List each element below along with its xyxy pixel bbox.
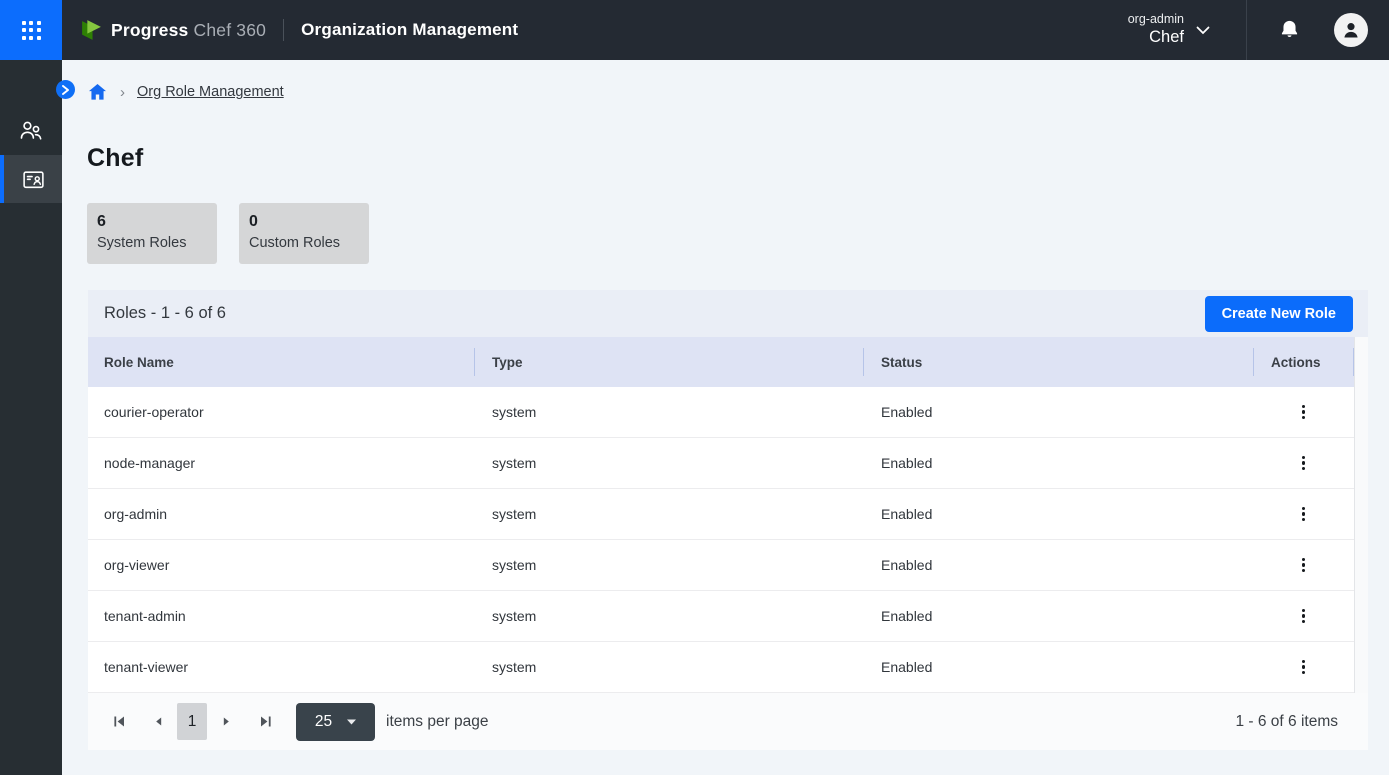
app-launcher-button[interactable] [0,0,62,60]
stats-cards: 6 System Roles 0 Custom Roles [87,203,369,264]
role-status-cell: Enabled [863,608,1253,624]
role-status-cell: Enabled [863,404,1253,420]
role-status-cell: Enabled [863,557,1253,573]
avatar-person-icon [1340,19,1362,41]
roles-toolbar: Roles - 1 - 6 of 6 Create New Role [88,290,1368,337]
notifications-button[interactable] [1278,18,1301,42]
table-row: org-admin system Enabled [88,489,1354,540]
row-actions-kebab-icon[interactable] [1294,603,1313,630]
left-sidebar [0,60,62,775]
system-roles-count: 6 [97,211,207,233]
row-actions-kebab-icon[interactable] [1294,552,1313,579]
pagination-range-summary: 1 - 6 of 6 items [1235,713,1338,731]
role-name-cell: courier-operator [88,404,474,420]
role-status-cell: Enabled [863,659,1253,675]
custom-roles-card: 0 Custom Roles [239,203,369,264]
sidebar-expand-button[interactable] [56,80,75,99]
chevron-right-icon [61,85,70,95]
next-page-button[interactable] [215,711,237,733]
page-size-value: 25 [315,713,332,731]
brand-secondary-text: Chef 360 [193,20,266,41]
role-name-cell: org-admin [88,506,474,522]
row-actions-kebab-icon[interactable] [1294,399,1313,426]
column-header-type: Type [474,337,863,387]
page-number-1[interactable]: 1 [177,703,207,740]
header-divider [1246,0,1247,60]
custom-roles-count: 0 [249,211,359,233]
role-name-cell: tenant-admin [88,608,474,624]
custom-roles-label: Custom Roles [249,233,359,254]
table-row: tenant-admin system Enabled [88,591,1354,642]
column-header-actions: Actions [1253,337,1354,387]
first-page-button[interactable] [108,711,130,733]
role-type-cell: system [474,404,863,420]
table-row: node-manager system Enabled [88,438,1354,489]
header-divider [283,19,284,41]
page-title: Chef [87,144,143,173]
next-page-icon [221,716,232,727]
breadcrumb: › Org Role Management [88,83,284,101]
system-roles-label: System Roles [97,233,207,254]
role-type-cell: system [474,455,863,471]
home-icon[interactable] [88,83,107,101]
row-actions-kebab-icon[interactable] [1294,501,1313,528]
triangle-down-icon [347,719,356,725]
column-header-role-name: Role Name [88,337,474,387]
row-actions-kebab-icon[interactable] [1294,654,1313,681]
id-card-icon [21,168,46,191]
page-size-dropdown[interactable]: 25 [296,703,375,741]
breadcrumb-link-org-role-management[interactable]: Org Role Management [137,84,284,100]
role-status-cell: Enabled [863,455,1253,471]
breadcrumb-separator: › [120,84,125,101]
previous-page-icon [153,716,164,727]
org-switcher-menu[interactable]: org-admin Chef [1128,12,1246,48]
role-type-cell: system [474,608,863,624]
brand-logo[interactable]: Progress Chef 360 [79,20,266,41]
role-name-cell: tenant-viewer [88,659,474,675]
progress-chevron-icon [79,20,104,41]
row-actions-kebab-icon[interactable] [1294,450,1313,477]
system-roles-card: 6 System Roles [87,203,217,264]
user-org-label: Chef [1149,27,1184,48]
user-role-label: org-admin [1128,12,1184,27]
role-name-cell: org-viewer [88,557,474,573]
last-page-button[interactable] [254,711,276,733]
sidebar-item-users[interactable] [0,107,62,155]
roles-table-title: Roles - 1 - 6 of 6 [104,304,226,323]
role-type-cell: system [474,557,863,573]
account-button[interactable] [1334,13,1368,47]
table-header-row: Role Name Type Status Actions [88,337,1354,387]
table-row: tenant-viewer system Enabled [88,642,1354,693]
users-icon [18,119,44,143]
last-page-icon [259,715,272,728]
role-name-cell: node-manager [88,455,474,471]
table-scrollbar[interactable] [1354,337,1368,693]
app-launcher-grid-icon [22,21,41,40]
table-row: courier-operator system Enabled [88,387,1354,438]
column-header-status: Status [863,337,1253,387]
app-title: Organization Management [301,20,518,40]
top-header-bar: Progress Chef 360 Organization Managemen… [0,0,1389,60]
role-type-cell: system [474,659,863,675]
bell-icon [1278,18,1301,42]
pagination-bar: 1 25 items per page 1 - 6 of 6 items [88,693,1368,750]
table-row: org-viewer system Enabled [88,540,1354,591]
previous-page-button[interactable] [147,711,169,733]
roles-panel: Roles - 1 - 6 of 6 Create New Role Role … [88,290,1368,750]
role-type-cell: system [474,506,863,522]
items-per-page-label: items per page [386,713,489,731]
brand-primary-text: Progress [111,20,188,41]
create-new-role-button[interactable]: Create New Role [1205,296,1353,332]
role-status-cell: Enabled [863,506,1253,522]
first-page-icon [113,715,126,728]
sidebar-item-org-roles[interactable] [0,155,62,203]
chevron-down-icon [1196,26,1210,35]
